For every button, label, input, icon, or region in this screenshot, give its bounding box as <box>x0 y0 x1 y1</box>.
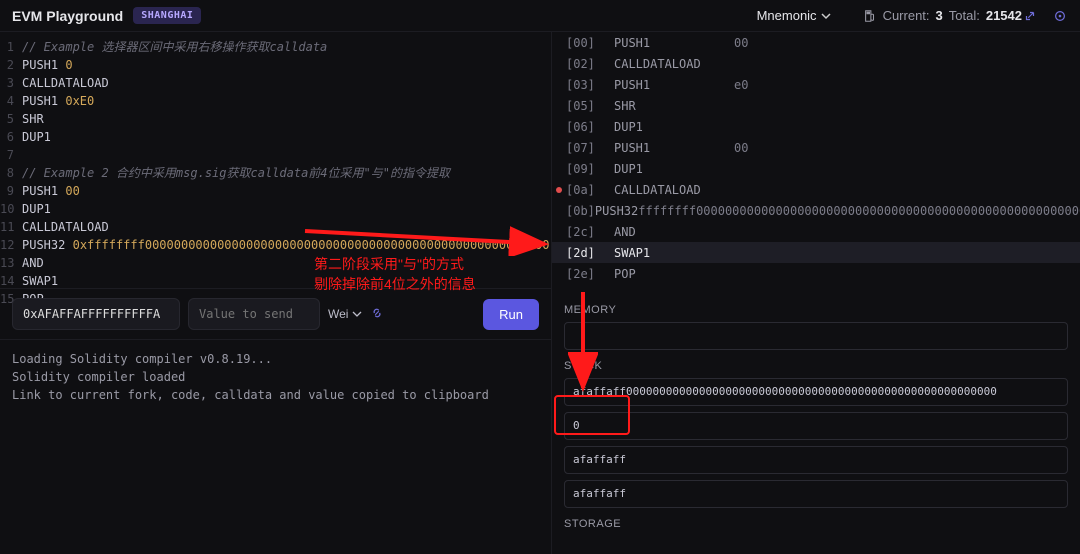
code-editor[interactable]: 1// Example 选择器区间中采用右移操作获取calldata2PUSH1… <box>0 32 551 288</box>
code-line[interactable]: 11CALLDATALOAD <box>0 218 551 236</box>
opcode-row[interactable]: [06]DUP1 <box>552 116 1080 137</box>
chevron-down-icon <box>352 309 362 319</box>
chevron-down-icon <box>821 11 831 21</box>
settings-icon[interactable] <box>1052 8 1068 24</box>
app-title: EVM Playground <box>12 8 123 24</box>
opcode-row[interactable]: [03]PUSH1e0 <box>552 74 1080 95</box>
opcode-row[interactable]: [0b]PUSH32ffffffff0000000000000000000000… <box>552 200 1080 221</box>
top-bar: EVM Playground SHANGHAI Mnemonic Current… <box>0 0 1080 32</box>
mnemonic-dropdown[interactable]: Mnemonic <box>757 8 831 23</box>
opcode-row[interactable]: [0a]CALLDATALOAD <box>552 179 1080 200</box>
share-icon[interactable] <box>1022 8 1038 24</box>
memory-label: MEMORY <box>564 304 1068 316</box>
opcode-row[interactable]: [05]SHR <box>552 95 1080 116</box>
opcode-row[interactable]: [2c]AND <box>552 221 1080 242</box>
code-line[interactable]: 5SHR <box>0 110 551 128</box>
code-line[interactable]: 4PUSH1 0xE0 <box>0 92 551 110</box>
code-line[interactable]: 13AND <box>0 254 551 272</box>
code-line[interactable]: 10DUP1 <box>0 200 551 218</box>
opcode-row[interactable]: [2e]POP <box>552 263 1080 284</box>
address-input[interactable] <box>12 298 180 330</box>
run-button[interactable]: Run <box>483 299 539 330</box>
code-line[interactable]: 6DUP1 <box>0 128 551 146</box>
run-bar: Wei Run <box>0 288 551 340</box>
stack-slot: afaffaff <box>564 480 1068 508</box>
code-line[interactable]: 2PUSH1 0 <box>0 56 551 74</box>
unit-dropdown[interactable]: Wei <box>328 307 362 321</box>
fork-chip[interactable]: SHANGHAI <box>133 7 201 24</box>
code-line[interactable]: 9PUSH1 00 <box>0 182 551 200</box>
stack-slot: afaffaff00000000000000000000000000000000… <box>564 378 1068 406</box>
stack-label: STACK <box>564 360 1068 372</box>
storage-label: STORAGE <box>564 518 1068 530</box>
opcode-row[interactable]: [07]PUSH100 <box>552 137 1080 158</box>
code-line[interactable]: 7 <box>0 146 551 164</box>
stack-slot: 0 <box>564 412 1068 440</box>
stack-slot: afaffaff <box>564 446 1068 474</box>
gas-pump-icon <box>863 9 877 23</box>
code-line[interactable]: 1// Example 选择器区间中采用右移操作获取calldata <box>0 38 551 56</box>
code-line[interactable]: 8// Example 2 合约中采用msg.sig获取calldata前4位采… <box>0 164 551 182</box>
memory-slot <box>564 322 1068 350</box>
opcode-row[interactable]: [00]PUSH100 <box>552 32 1080 53</box>
console-output: Loading Solidity compiler v0.8.19... Sol… <box>0 340 551 414</box>
opcode-row[interactable]: [02]CALLDATALOAD <box>552 53 1080 74</box>
code-line[interactable]: 12PUSH32 0xffffffff000000000000000000000… <box>0 236 551 254</box>
value-input[interactable] <box>188 298 320 330</box>
opcode-row[interactable]: [09]DUP1 <box>552 158 1080 179</box>
gas-counter: Current: 3 Total: 21542 <box>863 8 1022 23</box>
breakpoint-dot[interactable] <box>556 187 562 193</box>
link-icon[interactable] <box>370 306 384 323</box>
opcode-list: [00]PUSH100[02]CALLDATALOAD[03]PUSH1e0[0… <box>552 32 1080 284</box>
opcode-row[interactable]: [2d]SWAP1 <box>552 242 1080 263</box>
code-line[interactable]: 3CALLDATALOAD <box>0 74 551 92</box>
